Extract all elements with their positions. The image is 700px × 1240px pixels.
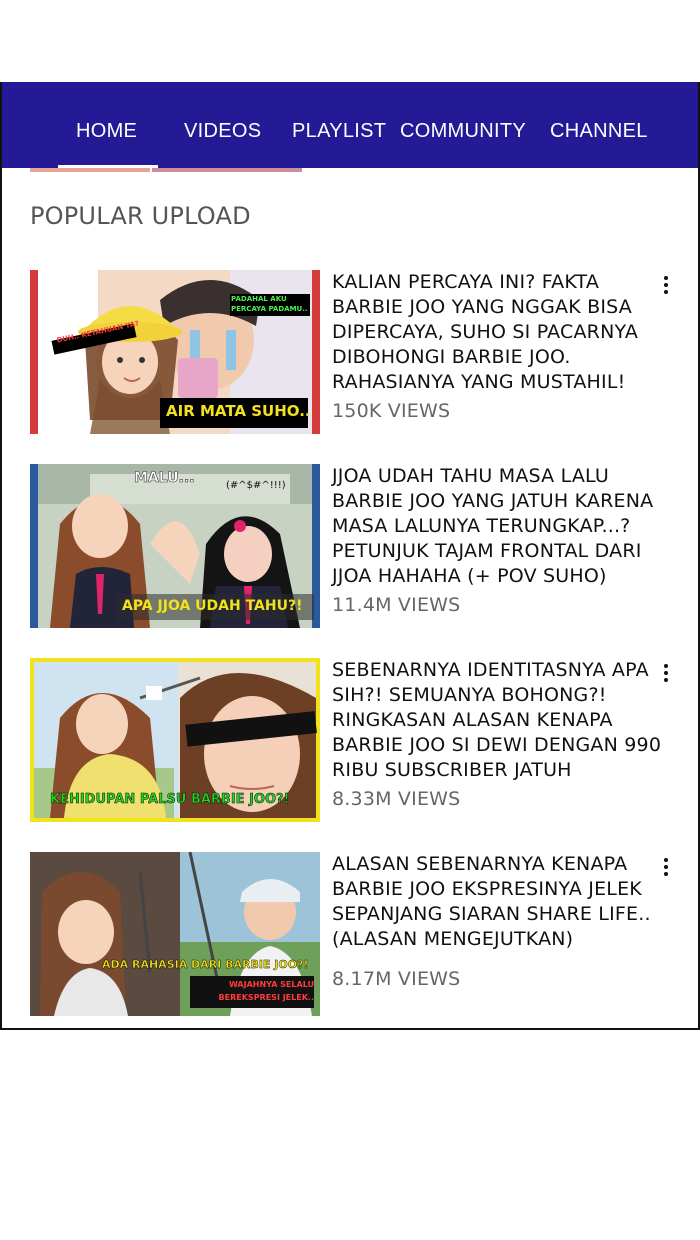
video-views: 8.17M VIEWS bbox=[332, 968, 461, 990]
thumbnail-caption: WAJAHNYA SELALU BEREKSPRESI JELEK.. bbox=[218, 980, 314, 1002]
more-options-icon[interactable] bbox=[658, 662, 674, 686]
video-title[interactable]: JJOA UDAH TAHU MASA LALU BARBIE JOO YANG… bbox=[332, 464, 672, 589]
video-thumbnail[interactable]: ADA RAHASIA DARI BARBIE JOO?! WAJAHNYA S… bbox=[30, 852, 320, 1016]
previous-content-peek bbox=[152, 168, 302, 172]
thumbnail-bubble: PADAHAL AKU PERCAYA PADAMU.. bbox=[231, 295, 308, 313]
app-frame: HOME VIDEOS PLAYLIST COMMUNITY CHANNEL P… bbox=[0, 82, 700, 1030]
video-thumbnail[interactable]: APA JJOA UDAH TAHU?! MALU... (#^$#^!!!) bbox=[30, 464, 320, 628]
video-item[interactable]: ADA RAHASIA DARI BARBIE JOO?! WAJAHNYA S… bbox=[30, 852, 670, 1020]
thumbnail-caption: ADA RAHASIA DARI BARBIE JOO?! bbox=[102, 958, 309, 971]
video-views: 11.4M VIEWS bbox=[332, 594, 461, 616]
previous-content-peek bbox=[30, 168, 150, 172]
more-options-icon[interactable] bbox=[658, 274, 674, 298]
video-item[interactable]: APA JJOA UDAH TAHU?! MALU... (#^$#^!!!) … bbox=[30, 464, 670, 632]
thumbnail-caption: APA JJOA UDAH TAHU?! bbox=[122, 598, 303, 614]
more-options-icon[interactable] bbox=[658, 856, 674, 880]
video-item[interactable]: AIR MATA SUHO.. PADAHAL AKU PERCAYA PADA… bbox=[30, 270, 670, 438]
video-thumbnail[interactable]: KEHIDUPAN PALSU BARBIE JOO?! bbox=[30, 658, 320, 822]
video-views: 8.33M VIEWS bbox=[332, 788, 461, 810]
thumbnail-caption: KEHIDUPAN PALSU BARBIE JOO?! bbox=[50, 792, 290, 808]
video-thumbnail[interactable]: AIR MATA SUHO.. PADAHAL AKU PERCAYA PADA… bbox=[30, 270, 320, 434]
tab-home[interactable]: HOME bbox=[76, 120, 137, 143]
thumbnail-bubble: MALU... bbox=[134, 470, 195, 487]
video-item[interactable]: KEHIDUPAN PALSU BARBIE JOO?! SEBENARNYA … bbox=[30, 658, 670, 826]
thumbnail-caption: AIR MATA SUHO.. bbox=[166, 402, 311, 420]
video-views: 150K VIEWS bbox=[332, 400, 451, 422]
tab-community[interactable]: COMMUNITY bbox=[400, 120, 526, 143]
video-title[interactable]: KALIAN PERCAYA INI? FAKTA BARBIE JOO YAN… bbox=[332, 270, 672, 395]
section-title: POPULAR UPLOAD bbox=[30, 202, 251, 230]
video-title[interactable]: SEBENARNYA IDENTITASNYA APA SIH?! SEMUAN… bbox=[332, 658, 672, 783]
thumbnail-bubble: (#^$#^!!!) bbox=[226, 480, 286, 491]
video-title[interactable]: ALASAN SEBENARNYA KENAPA BARBIE JOO EKSP… bbox=[332, 852, 672, 952]
tab-playlist[interactable]: PLAYLIST bbox=[292, 120, 386, 143]
tab-channel[interactable]: CHANNEL bbox=[550, 120, 648, 143]
channel-nav-bar: HOME VIDEOS PLAYLIST COMMUNITY CHANNEL bbox=[2, 82, 698, 168]
tab-videos[interactable]: VIDEOS bbox=[184, 120, 261, 143]
